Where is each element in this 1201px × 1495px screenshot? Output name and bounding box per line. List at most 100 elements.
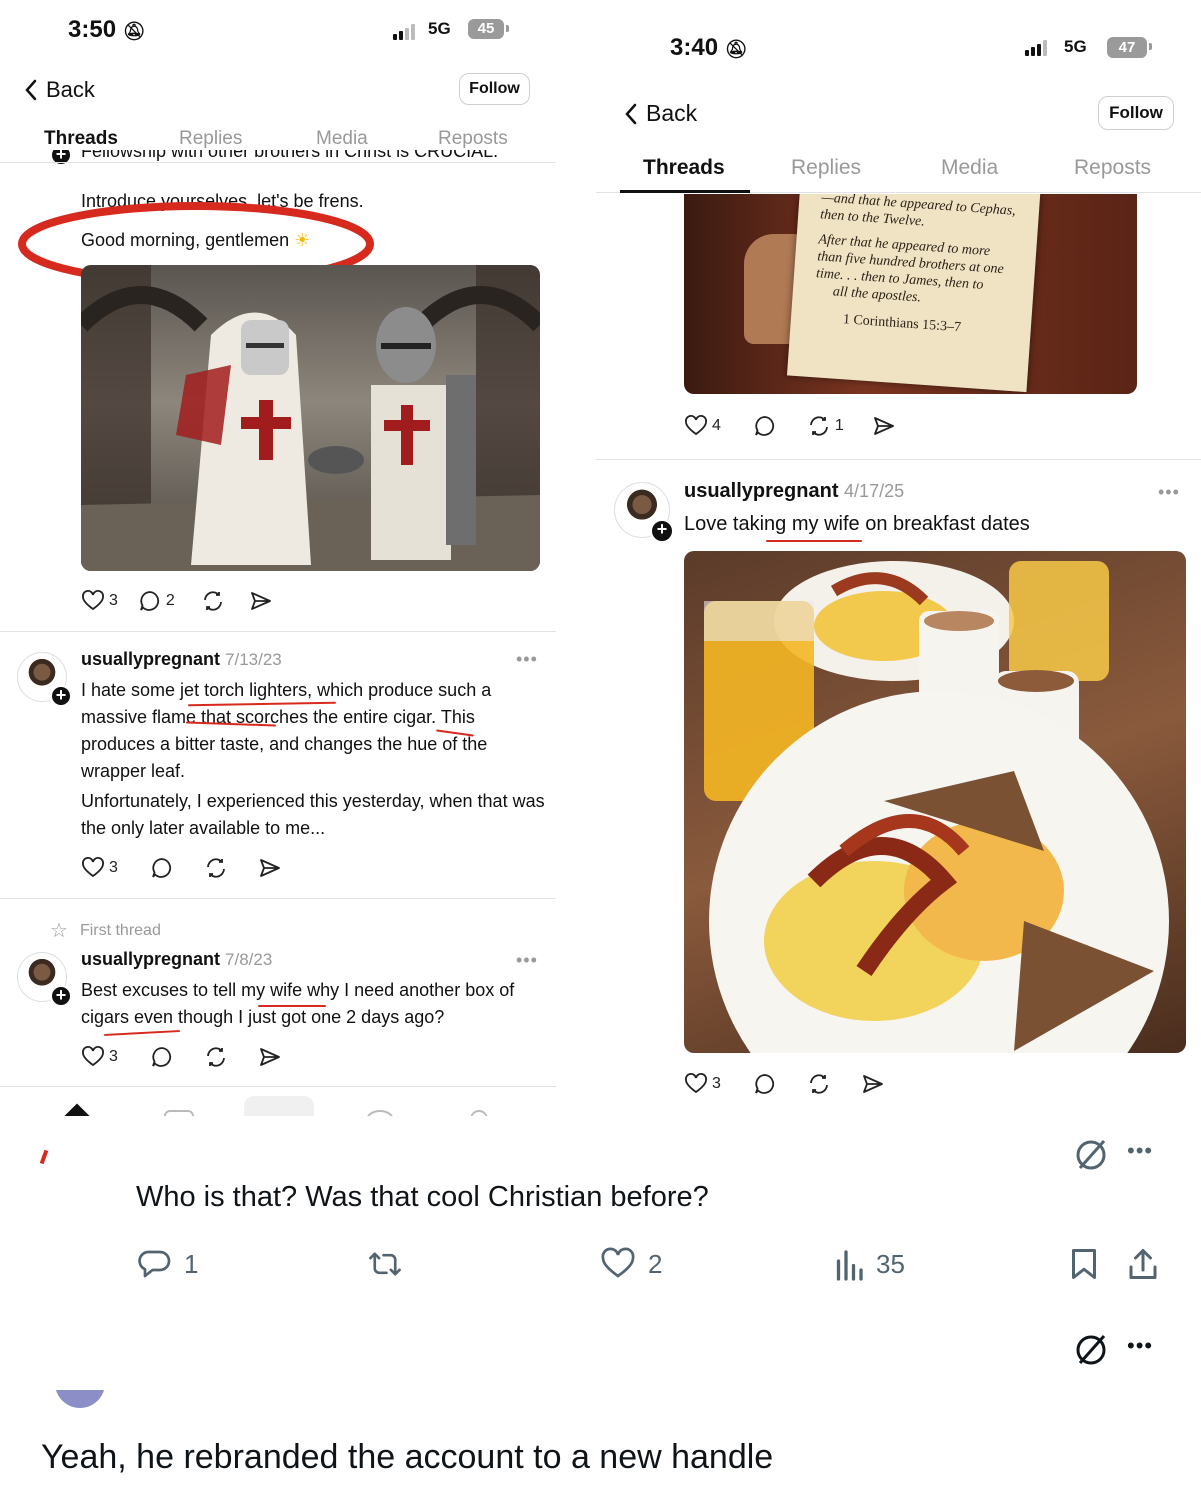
retweet-button[interactable] <box>366 1246 404 1282</box>
tab-threads[interactable]: Threads <box>44 128 118 150</box>
post-divider <box>596 459 1201 460</box>
repost-icon <box>810 1074 828 1094</box>
reply-button[interactable] <box>150 856 174 880</box>
like-button[interactable]: 3 <box>81 1045 118 1069</box>
pinned-label: ☆ First thread <box>50 918 161 943</box>
username[interactable]: usuallypregnant <box>81 949 220 969</box>
tab-active-indicator <box>620 190 750 193</box>
comment-icon <box>755 416 774 436</box>
share-button[interactable] <box>258 1045 282 1069</box>
bar-chart-icon <box>836 1250 863 1281</box>
reply-count: 2 <box>165 592 175 609</box>
back-button[interactable]: Back <box>24 77 95 103</box>
post-header: usuallypregnant 4/17/25 <box>684 480 904 503</box>
share-button[interactable] <box>258 856 282 880</box>
grok-icon[interactable] <box>1072 1136 1110 1174</box>
like-count: 3 <box>109 1048 118 1065</box>
view-count: 35 <box>876 1248 905 1279</box>
new-post-button[interactable] <box>244 1096 314 1116</box>
repost-button[interactable] <box>201 589 225 613</box>
share-icon[interactable] <box>1126 1246 1160 1282</box>
tab-reposts[interactable]: Reposts <box>1074 156 1151 180</box>
heart-icon <box>82 1046 104 1067</box>
more-icon[interactable]: ••• <box>1158 482 1180 503</box>
tab-threads[interactable]: Threads <box>643 156 725 180</box>
bell-off-icon: 🔕︎ <box>122 21 146 41</box>
more-icon[interactable]: ••• <box>1127 1138 1153 1164</box>
follow-plus-icon[interactable]: + <box>650 519 674 543</box>
bookmark-icon[interactable] <box>1068 1246 1100 1282</box>
repost-count: 1 <box>834 417 844 434</box>
reply-button[interactable] <box>150 1045 174 1069</box>
repost-icon <box>207 858 225 878</box>
scripture-reference: 1 Corinthians 15:3–7 <box>842 312 962 336</box>
username[interactable]: usuallypregnant <box>684 480 838 502</box>
post-header: usuallypregnant 7/13/23 <box>81 649 282 670</box>
grok-icon[interactable] <box>1072 1331 1110 1369</box>
signal-icon <box>1025 40 1047 56</box>
share-button[interactable] <box>861 1072 885 1096</box>
views-button[interactable]: 35 <box>834 1246 905 1282</box>
reply-button[interactable]: 1 <box>136 1246 198 1282</box>
back-button[interactable]: Back <box>624 100 697 127</box>
like-count: 4 <box>712 417 721 434</box>
like-button[interactable]: 3 <box>81 589 118 613</box>
post-actions: 3 <box>684 1072 885 1096</box>
repost-button[interactable] <box>204 856 228 880</box>
post-body: Love taking my wife on breakfast dates <box>684 513 1030 535</box>
comment-icon <box>152 858 171 878</box>
reply-button[interactable] <box>753 414 777 438</box>
reply-button[interactable]: 2 <box>138 589 175 613</box>
profile-icon[interactable] <box>470 1110 488 1116</box>
send-icon <box>873 417 894 435</box>
red-underline <box>258 1005 326 1007</box>
comment-icon <box>755 1074 774 1094</box>
heart-icon <box>82 590 104 611</box>
like-button[interactable]: 4 <box>684 414 721 438</box>
like-button[interactable]: 3 <box>81 856 118 880</box>
follow-button[interactable]: Follow <box>459 73 530 105</box>
comment-icon <box>152 1047 171 1067</box>
more-icon[interactable]: ••• <box>516 649 538 670</box>
star-icon: ☆ <box>50 920 68 942</box>
scripture-image[interactable]: —and that he appeared to Cephas, then to… <box>684 194 1137 394</box>
tab-reposts[interactable]: Reposts <box>438 128 508 150</box>
follow-button[interactable]: Follow <box>1098 96 1174 130</box>
share-button[interactable] <box>872 414 896 438</box>
home-icon[interactable] <box>61 1103 93 1116</box>
battery-icon: 45 <box>468 19 509 39</box>
repost-button[interactable] <box>204 1045 228 1069</box>
more-icon[interactable]: ••• <box>1127 1333 1153 1359</box>
share-button[interactable] <box>249 589 273 613</box>
tab-replies[interactable]: Replies <box>791 156 861 180</box>
post-actions: 3 2 <box>81 589 273 613</box>
follow-plus-icon[interactable]: + <box>50 685 72 707</box>
tab-replies[interactable]: Replies <box>179 128 242 150</box>
like-button[interactable]: 2 <box>600 1246 662 1282</box>
heart-nav-icon[interactable] <box>366 1110 394 1116</box>
knights-image[interactable] <box>81 265 540 571</box>
post-header: usuallypregnant 7/8/23 <box>81 949 272 970</box>
reply-button[interactable] <box>753 1072 777 1096</box>
repost-button[interactable] <box>807 1072 831 1096</box>
chevron-left-icon <box>25 79 37 101</box>
avatar-edge <box>55 1390 105 1408</box>
battery-icon: 47 <box>1107 37 1152 58</box>
search-icon[interactable] <box>164 1110 194 1116</box>
like-count: 3 <box>109 592 118 609</box>
retweet-icon <box>369 1252 401 1276</box>
more-icon[interactable]: ••• <box>516 950 538 971</box>
post-actions: 3 <box>81 1045 282 1069</box>
tab-media[interactable]: Media <box>941 156 998 180</box>
username[interactable]: usuallypregnant <box>81 649 220 669</box>
follow-plus-icon[interactable]: + <box>50 985 72 1007</box>
send-icon <box>260 1048 280 1066</box>
breakfast-image[interactable] <box>684 551 1186 1053</box>
repost-button[interactable]: 1 <box>807 414 844 438</box>
tweet-text: Who is that? Was that cool Christian bef… <box>136 1181 709 1213</box>
tab-media[interactable]: Media <box>316 128 368 150</box>
like-button[interactable]: 3 <box>684 1072 721 1096</box>
comment-icon <box>140 591 159 611</box>
post-divider <box>0 898 556 899</box>
post-actions: 3 <box>81 856 282 880</box>
